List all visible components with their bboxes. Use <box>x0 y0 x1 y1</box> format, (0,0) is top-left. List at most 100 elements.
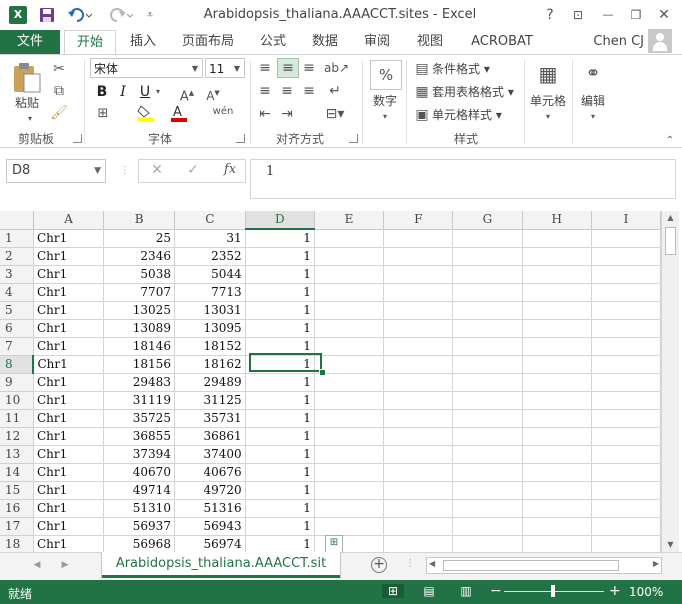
orientation-icon[interactable]: ab↗ <box>324 59 349 77</box>
fill-handle[interactable] <box>319 369 326 376</box>
empty-cell[interactable] <box>314 463 385 482</box>
cell-a[interactable]: Chr1 <box>33 409 105 428</box>
cell-d[interactable]: 1 <box>245 301 315 320</box>
empty-cell[interactable] <box>522 319 592 338</box>
empty-cell[interactable] <box>522 517 592 536</box>
cell-c[interactable]: 18162 <box>174 355 246 374</box>
save-icon[interactable] <box>36 5 58 25</box>
decrease-indent-icon[interactable]: ⇤ <box>256 105 274 123</box>
cell-d[interactable]: 1 <box>245 337 315 356</box>
horizontal-scrollbar[interactable]: ◀ ▶ <box>426 557 662 574</box>
align-center-icon[interactable]: ≡ <box>278 82 296 100</box>
increase-indent-icon[interactable]: ⇥ <box>278 105 296 123</box>
empty-cell[interactable] <box>522 247 592 266</box>
align-top-icon[interactable]: ≡ <box>256 59 274 77</box>
row-header[interactable]: 14 <box>0 463 34 482</box>
percent-icon[interactable]: % <box>370 60 402 90</box>
cell-b[interactable]: 29483 <box>103 373 175 392</box>
cell-b[interactable]: 18146 <box>103 337 175 356</box>
empty-cell[interactable] <box>591 319 661 338</box>
cell-a[interactable]: Chr1 <box>33 301 105 320</box>
empty-cell[interactable] <box>591 373 661 392</box>
collapse-ribbon-icon[interactable]: ⌃ <box>664 132 676 150</box>
cell-b[interactable]: 2346 <box>103 247 175 266</box>
cell-c[interactable]: 13031 <box>174 301 246 320</box>
empty-cell[interactable] <box>383 373 454 392</box>
cell-c[interactable]: 51316 <box>174 499 246 518</box>
cell-d[interactable]: 1 <box>245 229 315 248</box>
cell-d[interactable]: 1 <box>245 373 315 392</box>
empty-cell[interactable] <box>383 499 454 518</box>
enter-icon[interactable]: ✓ <box>184 162 202 178</box>
format-as-table-button[interactable]: 套用表格格式 ▾ <box>432 83 514 100</box>
empty-cell[interactable] <box>314 409 385 428</box>
empty-cell[interactable] <box>383 391 454 410</box>
empty-cell[interactable] <box>383 283 454 302</box>
empty-cell[interactable] <box>522 535 592 552</box>
cell-d[interactable]: 1 <box>245 409 315 428</box>
tab-formulas[interactable]: 公式 <box>254 30 292 54</box>
page-layout-view-icon[interactable]: ▤ <box>421 584 437 598</box>
empty-cell[interactable] <box>383 355 454 374</box>
empty-cell[interactable] <box>522 355 592 374</box>
empty-cell[interactable] <box>314 265 385 284</box>
cell-b[interactable]: 31119 <box>103 391 175 410</box>
empty-cell[interactable] <box>383 337 454 356</box>
wrap-text-icon[interactable]: ↵ <box>324 82 346 100</box>
cell-c[interactable]: 18152 <box>174 337 246 356</box>
zoom-in-button[interactable]: + <box>609 584 621 598</box>
user-name[interactable]: Chen CJ <box>593 30 644 54</box>
empty-cell[interactable] <box>452 247 523 266</box>
column-header[interactable]: I <box>591 211 661 230</box>
row-header[interactable]: 17 <box>0 517 34 536</box>
row-header[interactable]: 2 <box>0 247 34 266</box>
empty-cell[interactable] <box>522 265 592 284</box>
empty-cell[interactable] <box>522 481 592 500</box>
number-format-button[interactable]: 数字 <box>368 92 402 109</box>
tab-page-layout[interactable]: 页面布局 <box>178 30 238 54</box>
cut-icon[interactable]: ✂ <box>50 60 68 78</box>
column-header[interactable]: G <box>452 211 523 230</box>
empty-cell[interactable] <box>522 373 592 392</box>
empty-cell[interactable] <box>452 517 523 536</box>
fill-color-icon[interactable] <box>136 103 156 128</box>
format-as-table-icon[interactable]: ▦ <box>414 83 430 101</box>
empty-cell[interactable] <box>452 301 523 320</box>
vertical-scrollbar[interactable]: ▲ ▼ <box>661 211 679 552</box>
column-header[interactable]: F <box>383 211 454 230</box>
cell-c[interactable]: 40676 <box>174 463 246 482</box>
empty-cell[interactable] <box>522 463 592 482</box>
scroll-down-icon[interactable]: ▼ <box>662 538 679 552</box>
row-header[interactable]: 16 <box>0 499 34 518</box>
empty-cell[interactable] <box>452 283 523 302</box>
conditional-formatting-icon[interactable]: ▤ <box>414 60 430 78</box>
empty-cell[interactable] <box>314 391 385 410</box>
scroll-right-icon[interactable]: ▶ <box>653 559 659 568</box>
cell-b[interactable]: 13089 <box>103 319 175 338</box>
align-bottom-icon[interactable]: ≡ <box>300 59 318 77</box>
help-button[interactable]: ? <box>538 5 562 25</box>
row-header[interactable]: 1 <box>0 229 34 248</box>
tab-acrobat[interactable]: ACROBAT <box>464 30 540 54</box>
cell-a[interactable]: Chr1 <box>33 355 105 374</box>
cell-a[interactable]: Chr1 <box>33 283 105 302</box>
cells-icon[interactable]: ▦ <box>535 62 561 86</box>
row-header[interactable]: 8 <box>0 355 35 374</box>
empty-cell[interactable] <box>522 229 592 248</box>
cell-d[interactable]: 1 <box>245 517 315 536</box>
cell-c[interactable]: 31125 <box>174 391 246 410</box>
tab-home[interactable]: 开始 <box>64 30 116 55</box>
empty-cell[interactable] <box>452 373 523 392</box>
empty-cell[interactable] <box>522 445 592 464</box>
row-header[interactable]: 18 <box>0 535 34 552</box>
cell-b[interactable]: 5038 <box>103 265 175 284</box>
cell-d[interactable]: 1 <box>245 391 315 410</box>
cell-b[interactable]: 25 <box>103 229 175 248</box>
empty-cell[interactable] <box>591 391 661 410</box>
scroll-up-icon[interactable]: ▲ <box>662 211 679 225</box>
empty-cell[interactable] <box>383 463 454 482</box>
cell-c[interactable]: 2352 <box>174 247 246 266</box>
ribbon-display-options-button[interactable]: ⊡ <box>566 5 590 25</box>
cell-a[interactable]: Chr1 <box>33 427 105 446</box>
empty-cell[interactable] <box>314 427 385 446</box>
